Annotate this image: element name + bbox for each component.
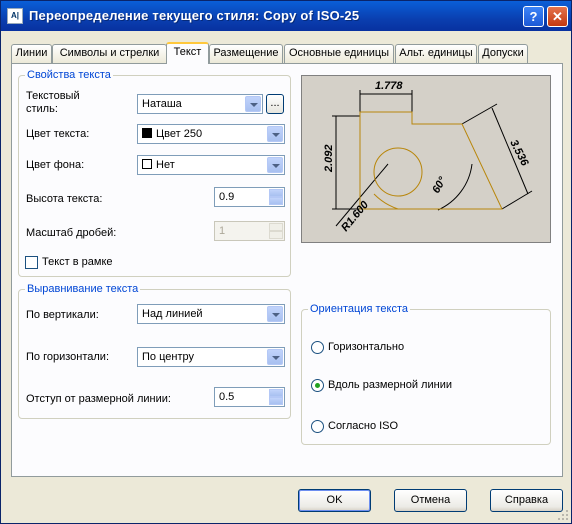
tab-text[interactable]: Текст — [166, 42, 209, 64]
chevron-down-icon[interactable] — [267, 157, 283, 173]
text-style-value: Наташа — [142, 98, 182, 110]
dim-left-label: 2.092 — [323, 144, 335, 173]
chevron-down-icon[interactable] — [245, 96, 261, 112]
horizontal-value: По центру — [142, 351, 194, 363]
vertical-select[interactable]: Над линией — [137, 304, 285, 324]
vertical-label: По вертикали: — [26, 309, 99, 321]
fill-color-value: Нет — [156, 159, 175, 171]
ok-button[interactable]: OK — [298, 489, 371, 512]
help-button[interactable]: Справка — [490, 489, 563, 512]
radio-horizontal-label[interactable]: Горизонтально — [328, 341, 404, 353]
dim-top-label: 1.778 — [375, 80, 403, 92]
fraction-scale-spinner: 1 — [214, 221, 285, 241]
help-title-button[interactable]: ? — [523, 6, 544, 27]
dimension-preview: 1.778 2.092 3.536 60° R1.600 — [301, 75, 551, 243]
text-height-value: 0.9 — [219, 191, 235, 203]
spin-down-icon — [269, 231, 283, 239]
radio-along-line[interactable] — [311, 379, 324, 392]
spin-down-icon[interactable] — [269, 397, 283, 405]
window-title: Переопределение текущего стиля: Copy of … — [29, 8, 360, 23]
offset-spinner[interactable]: 0.5 — [214, 387, 285, 407]
autocad-dim-icon: A| — [7, 8, 23, 24]
text-color-value: Цвет 250 — [156, 128, 203, 140]
spin-up-icon — [269, 223, 283, 231]
color-swatch — [142, 128, 152, 138]
tab-lines[interactable]: Линии — [11, 44, 52, 63]
horizontal-label: По горизонтали: — [26, 351, 109, 363]
fraction-scale-value: 1 — [219, 225, 226, 237]
style-label-2: стиль: — [26, 103, 58, 115]
chevron-down-icon[interactable] — [267, 306, 283, 322]
tab-placement[interactable]: Размещение — [209, 44, 283, 63]
chevron-down-icon[interactable] — [267, 349, 283, 365]
radio-horizontal[interactable] — [311, 341, 324, 354]
radio-iso[interactable] — [311, 420, 324, 433]
chevron-down-icon[interactable] — [267, 126, 283, 142]
text-color-label: Цвет текста: — [26, 128, 90, 140]
text-frame-checkbox[interactable] — [25, 256, 38, 269]
spin-up-icon[interactable] — [269, 389, 283, 397]
text-color-select[interactable]: Цвет 250 — [137, 124, 285, 144]
text-style-browse-button[interactable]: ... — [266, 94, 284, 114]
preview-drawing: 1.778 2.092 3.536 60° R1.600 — [323, 80, 533, 234]
text-height-spinner[interactable]: 0.9 — [214, 187, 285, 207]
tab-primary-units[interactable]: Основные единицы — [284, 44, 394, 63]
offset-value: 0.5 — [219, 391, 235, 403]
cancel-button[interactable]: Отмена — [394, 489, 467, 512]
tab-symbols-arrows[interactable]: Символы и стрелки — [52, 44, 167, 63]
orientation-title: Ориентация текста — [308, 303, 411, 315]
dialog-window: A| Переопределение текущего стиля: Copy … — [0, 0, 572, 524]
fill-color-select[interactable]: Нет — [137, 155, 285, 175]
text-frame-label[interactable]: Текст в рамке — [42, 256, 113, 268]
fraction-scale-label: Масштаб дробей: — [26, 227, 117, 239]
fill-color-label: Цвет фона: — [26, 159, 85, 171]
text-height-label: Высота текста: — [26, 193, 103, 205]
radio-along-line-label[interactable]: Вдоль размерной линии — [328, 379, 452, 391]
close-button[interactable]: ✕ — [547, 6, 568, 27]
horizontal-select[interactable]: По центру — [137, 347, 285, 367]
tab-alt-units[interactable]: Альт. единицы — [395, 44, 477, 63]
tab-tolerances[interactable]: Допуски — [478, 44, 528, 63]
style-label: Текстовый — [26, 90, 80, 102]
dim-angle-label: 60° — [430, 175, 449, 196]
resize-grip-icon[interactable] — [557, 509, 569, 521]
offset-label: Отступ от размерной линии: — [26, 393, 171, 405]
vertical-value: Над линией — [142, 308, 203, 320]
fill-swatch — [142, 159, 152, 169]
alignment-title: Выравнивание текста — [25, 283, 141, 295]
text-props-title: Свойства текста — [25, 69, 113, 81]
text-style-select[interactable]: Наташа — [137, 94, 263, 114]
spin-up-icon[interactable] — [269, 189, 283, 197]
spin-down-icon[interactable] — [269, 197, 283, 205]
radio-iso-label[interactable]: Согласно ISO — [328, 420, 398, 432]
title-bar[interactable]: A| Переопределение текущего стиля: Copy … — [1, 1, 571, 31]
